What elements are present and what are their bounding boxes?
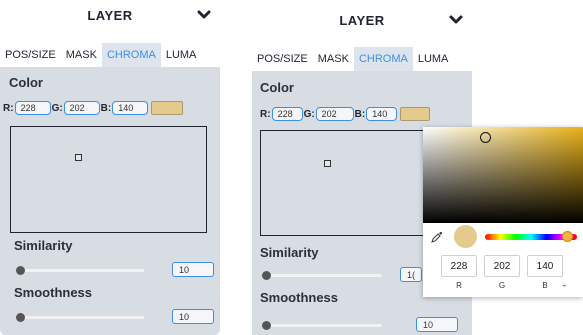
- layer-header[interactable]: LAYER: [0, 0, 220, 30]
- rgb-row: R: 228 G: 202 B: 140: [260, 107, 431, 121]
- picker-b-label: B: [542, 281, 548, 290]
- g-label: G:: [303, 108, 315, 120]
- tab-mask[interactable]: MASK: [313, 47, 354, 71]
- similarity-slider-thumb[interactable]: [262, 271, 271, 280]
- picker-g-label: G: [498, 281, 506, 290]
- r-label: R:: [3, 102, 14, 114]
- chroma-panel-body: Color R: 228 G: 202 B: 140 Similarity 10…: [0, 67, 220, 335]
- saturation-value-area[interactable]: [423, 127, 583, 223]
- chroma-preview-area[interactable]: [10, 126, 207, 233]
- color-swatch[interactable]: [400, 107, 431, 121]
- smoothness-slider-track[interactable]: [264, 324, 382, 327]
- r-input[interactable]: 228: [271, 107, 303, 121]
- smoothness-title: Smoothness: [14, 285, 93, 300]
- layer-tabs: POS/SIZE MASK CHROMA LUMA: [252, 47, 472, 71]
- b-input[interactable]: 140: [366, 107, 398, 121]
- color-picker-popup: 228 202 140 R G B ÷: [423, 127, 583, 297]
- tab-pos-size[interactable]: POS/SIZE: [252, 47, 313, 71]
- color-title: Color: [260, 80, 294, 95]
- current-color-preview: [454, 225, 477, 248]
- g-label: G:: [51, 102, 63, 114]
- similarity-slider-track[interactable]: [264, 274, 382, 277]
- color-swatch[interactable]: [151, 101, 184, 115]
- tab-luma[interactable]: LUMA: [413, 47, 454, 71]
- eyedropper-icon[interactable]: [431, 231, 443, 243]
- preview-handle[interactable]: [324, 160, 331, 167]
- left-layer-panel: LAYER POS/SIZE MASK CHROMA LUMA Color R:…: [0, 0, 220, 335]
- layer-header[interactable]: LAYER: [252, 5, 472, 35]
- tab-pos-size[interactable]: POS/SIZE: [0, 43, 61, 67]
- r-input[interactable]: 228: [14, 101, 51, 115]
- layer-title: LAYER: [87, 7, 133, 23]
- tab-mask[interactable]: MASK: [61, 43, 102, 67]
- color-title: Color: [9, 75, 43, 90]
- similarity-input[interactable]: 10: [172, 262, 214, 277]
- layer-title: LAYER: [339, 12, 385, 28]
- smoothness-input[interactable]: 10: [416, 317, 458, 332]
- picker-r-input[interactable]: 228: [441, 255, 477, 277]
- smoothness-slider-thumb[interactable]: [262, 321, 271, 330]
- chevron-down-icon[interactable]: [448, 12, 464, 28]
- b-label: B:: [354, 108, 366, 120]
- hue-slider-thumb[interactable]: [562, 231, 573, 242]
- g-input[interactable]: 202: [63, 101, 100, 115]
- picker-b-input[interactable]: 140: [527, 255, 563, 277]
- b-input[interactable]: 140: [112, 101, 149, 115]
- preview-handle[interactable]: [75, 154, 82, 161]
- similarity-slider-thumb[interactable]: [16, 266, 25, 275]
- smoothness-slider-track[interactable]: [18, 316, 144, 319]
- smoothness-title: Smoothness: [260, 290, 339, 305]
- similarity-title: Similarity: [14, 238, 73, 253]
- picker-r-label: R: [456, 281, 462, 290]
- r-label: R:: [260, 108, 271, 120]
- smoothness-slider-thumb[interactable]: [16, 313, 25, 322]
- layer-tabs: POS/SIZE MASK CHROMA LUMA: [0, 43, 220, 67]
- picker-g-input[interactable]: 202: [484, 255, 520, 277]
- chevron-down-icon[interactable]: [196, 7, 212, 23]
- format-toggle-icon[interactable]: ÷: [562, 281, 566, 290]
- tab-luma[interactable]: LUMA: [161, 43, 202, 67]
- smoothness-input[interactable]: 10: [172, 309, 214, 324]
- b-label: B:: [100, 102, 112, 114]
- tab-chroma[interactable]: CHROMA: [353, 47, 413, 71]
- saturation-cursor[interactable]: [480, 132, 491, 143]
- similarity-input[interactable]: 1(: [400, 267, 422, 282]
- rgb-row: R: 228 G: 202 B: 140: [3, 101, 184, 115]
- g-input[interactable]: 202: [315, 107, 354, 121]
- similarity-slider-track[interactable]: [18, 269, 144, 272]
- tab-chroma[interactable]: CHROMA: [101, 43, 161, 67]
- similarity-title: Similarity: [260, 245, 319, 260]
